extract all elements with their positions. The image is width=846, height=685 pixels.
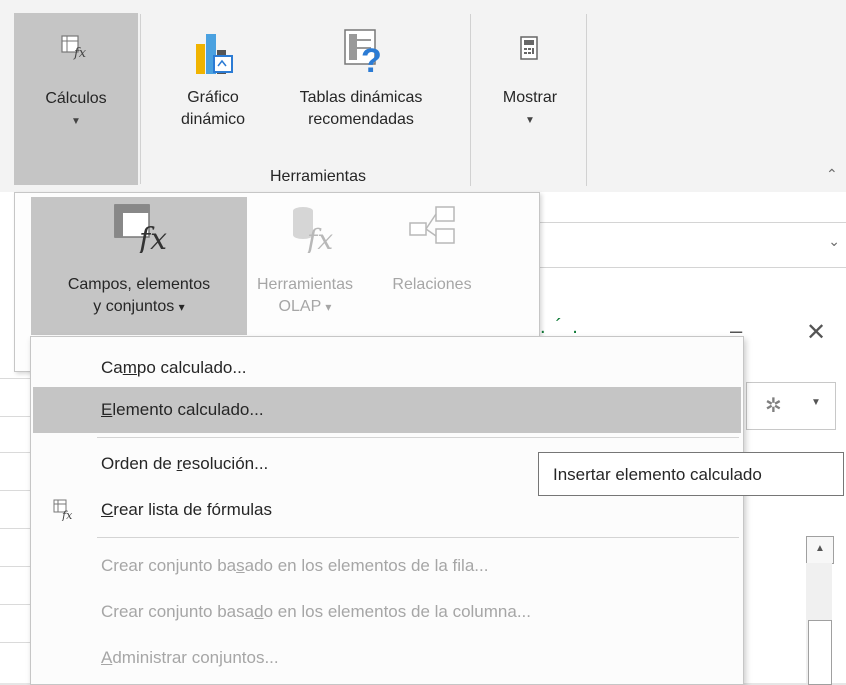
menu-item-crear-conjunto-columna[interactable]: Crear conjunto basado en los elementos d… xyxy=(33,589,741,635)
calculos-label: Cálculos xyxy=(45,90,107,107)
menu-item-label: Orden de resolución... xyxy=(101,454,269,473)
fields-items-sets-icon: fx xyxy=(114,204,167,257)
grafico-dinamico-button[interactable]: Gráfico dinámico xyxy=(158,14,268,164)
gear-icon: ✲ xyxy=(765,395,782,417)
calculations-fx-icon: fx xyxy=(61,35,87,61)
svg-text:fx: fx xyxy=(61,509,73,521)
menu-separator xyxy=(97,437,739,438)
relaciones-button[interactable]: Relaciones xyxy=(367,197,497,335)
menu-item-crear-conjunto-fila[interactable]: Crear conjunto basado en los elementos d… xyxy=(33,543,741,589)
menu-item-elemento-calculado[interactable]: Elemento calculado... xyxy=(33,387,741,433)
ribbon-group-label: Herramientas xyxy=(269,168,367,185)
chevron-down-icon: ▼ xyxy=(71,116,81,127)
menu-item-administrar-conjuntos[interactable]: Administrar conjuntos... xyxy=(33,635,741,681)
ribbon: fx Cálculos ▼ Gráfico dinámico ? Tablas … xyxy=(0,0,846,192)
chevron-down-icon: ▾ xyxy=(178,300,185,314)
formula-bar[interactable]: ⌄ xyxy=(534,222,846,268)
menu-item-label: Elemento calculado... xyxy=(101,400,264,419)
menu-item-label: Administrar conjuntos... xyxy=(101,648,279,667)
svg-text:fx: fx xyxy=(137,222,167,253)
tablas-recomendadas-button[interactable]: ? Tablas dinámicas recomendadas xyxy=(270,14,452,164)
menu-item-label: Crear conjunto basado en los elementos d… xyxy=(101,556,489,575)
calculos-button[interactable]: fx Cálculos ▼ xyxy=(14,13,138,185)
grafico-label-2: dinámico xyxy=(180,111,246,128)
recommended-pivot-tables-icon: ? xyxy=(344,29,382,80)
svg-text:?: ? xyxy=(361,42,382,74)
tablas-label-2: recomendadas xyxy=(308,111,414,128)
menu-item-label: Crear conjunto basado en los elementos d… xyxy=(101,602,531,621)
ribbon-separator xyxy=(470,14,471,186)
campos-label-2-row: y conjuntos ▾ xyxy=(31,296,247,318)
ribbon-separator xyxy=(586,14,587,186)
relationships-icon xyxy=(409,206,455,244)
campos-elementos-conjuntos-button[interactable]: fx Campos, elementos y conjuntos ▾ xyxy=(31,197,247,335)
svg-text:fx: fx xyxy=(305,223,333,253)
olap-label-1: Herramientas xyxy=(256,276,354,293)
tablas-label-1: Tablas dinámicas xyxy=(299,89,423,106)
menu-item-label: Crear lista de fórmulas xyxy=(101,500,273,519)
mostrar-label: Mostrar xyxy=(502,89,558,106)
relaciones-label: Relaciones xyxy=(392,276,472,293)
tooltip: Insertar elemento calculado xyxy=(538,452,844,496)
scroll-up-arrow[interactable]: ▲ xyxy=(806,536,834,564)
field-list-settings-button[interactable]: ✲ ▼ xyxy=(746,382,836,430)
mostrar-button[interactable]: Mostrar ▼ xyxy=(484,14,576,164)
scrollbar-thumb[interactable] xyxy=(808,620,832,685)
campos-label-2: y conjuntos xyxy=(93,298,175,315)
close-icon[interactable]: ✕ xyxy=(806,318,826,347)
olap-label-2: OLAP xyxy=(278,298,321,315)
menu-item-campo-calculado[interactable]: Campo calculado... xyxy=(33,345,741,391)
formula-list-icon: fx xyxy=(53,499,73,521)
menu-item-label: Campo calculado... xyxy=(101,358,247,377)
chevron-down-icon[interactable]: ⌄ xyxy=(828,233,840,250)
chevron-down-icon: ▾ xyxy=(325,300,332,314)
pivot-chart-icon xyxy=(196,34,233,74)
ribbon-separator xyxy=(140,14,141,184)
olap-label-2-row: OLAP ▾ xyxy=(245,296,365,318)
grafico-label-1: Gráfico xyxy=(187,89,239,106)
chevron-down-icon: ▼ xyxy=(811,397,821,408)
svg-text:fx: fx xyxy=(73,46,87,61)
olap-tools-icon: fx xyxy=(293,207,333,256)
menu-separator xyxy=(97,537,739,538)
herramientas-olap-button[interactable]: fx Herramientas OLAP ▾ xyxy=(245,197,365,335)
collapse-ribbon-icon[interactable]: ⌃ xyxy=(826,166,838,183)
chevron-down-icon: ▼ xyxy=(525,115,535,126)
campos-label-1: Campos, elementos xyxy=(67,276,211,293)
campos-elementos-menu: Campo calculado... Elemento calculado...… xyxy=(30,336,744,685)
show-calculator-icon xyxy=(520,36,538,60)
